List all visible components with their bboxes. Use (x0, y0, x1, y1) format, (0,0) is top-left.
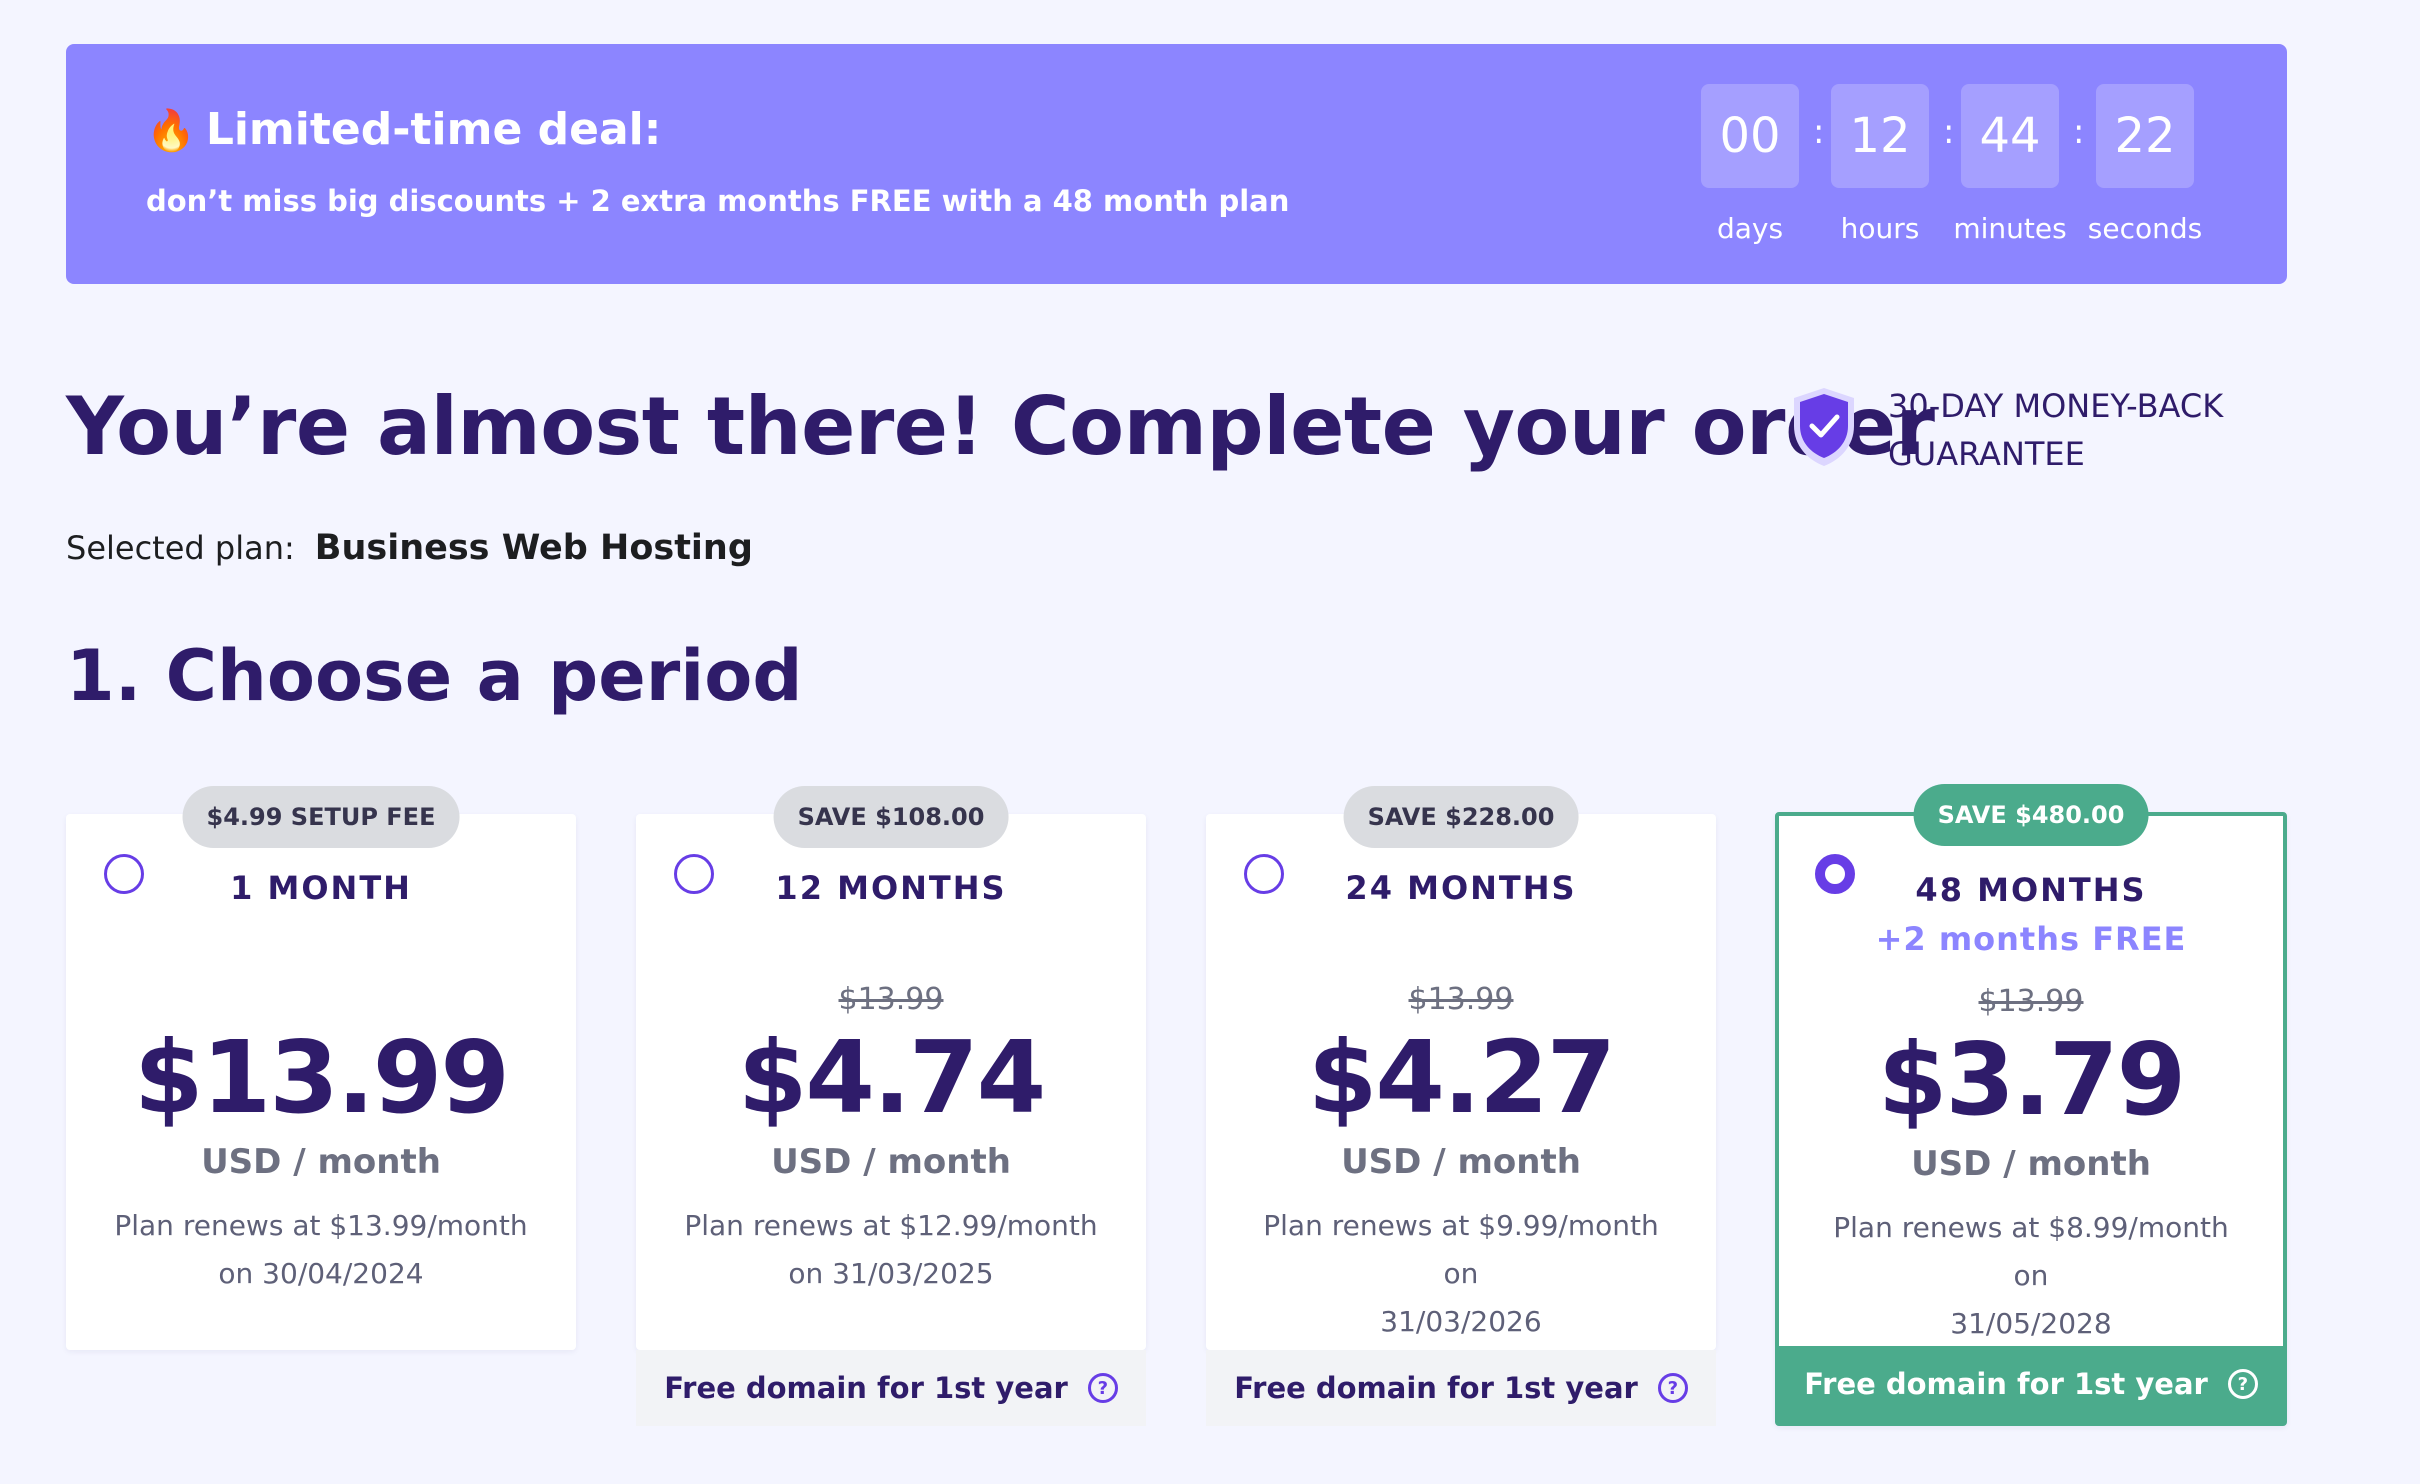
bonus-months: +2 months FREE (1875, 920, 2187, 958)
countdown-days: 00 (1701, 84, 1799, 188)
savings-badge: SAVE $480.00 (1913, 784, 2149, 846)
checkout-page: 🔥 Limited-time deal: don’t miss big disco… (0, 0, 2420, 1484)
free-domain-strip: Free domain for 1st year ? (1206, 1350, 1716, 1426)
money-back-guarantee: 30-DAY MONEY-BACK GUARANTEE (1790, 382, 2270, 492)
countdown-seconds: 22 (2096, 84, 2194, 188)
plan-price-unit: USD / month (771, 1142, 1011, 1182)
guarantee-line-1: 30-DAY MONEY-BACK (1888, 387, 2224, 425)
fire-icon: 🔥 (146, 108, 196, 154)
countdown-minutes-label: minutes (1953, 212, 2067, 245)
plan-period: 12 MONTHS (775, 869, 1007, 907)
countdown-separator: : (1813, 112, 1825, 152)
countdown-separator: : (2073, 112, 2085, 152)
page-title: You’re almost there! Complete your order (66, 380, 1935, 473)
shield-check-icon (1794, 388, 1854, 466)
plan-period: 24 MONTHS (1345, 869, 1577, 907)
plan-renewal-info: Plan renews at $8.99/month on 31/05/2028 (1819, 1204, 2243, 1348)
promo-title-text: Limited-time deal: (205, 104, 662, 155)
plan-renewal-info: Plan renews at $9.99/month on 31/03/2026 (1246, 1202, 1676, 1346)
savings-badge: SAVE $228.00 (1343, 786, 1579, 848)
plan-price-unit: USD / month (1341, 1142, 1581, 1182)
plan-price-unit: USD / month (201, 1142, 441, 1182)
plan-price-unit: USD / month (1911, 1144, 2151, 1184)
renewal-line-1: Plan renews at $12.99/month (684, 1209, 1098, 1242)
plan-card-12-months[interactable]: SAVE $108.00 12 MONTHS $13.99 $4.74 USD … (636, 786, 1146, 1350)
plan-original-price: $13.99 (838, 982, 944, 1017)
free-domain-text: Free domain for 1st year (1804, 1367, 2208, 1401)
renewal-line-2: on 30/04/2024 (218, 1257, 424, 1290)
countdown-separator: : (1943, 112, 1955, 152)
free-domain-strip: Free domain for 1st year ? (636, 1350, 1146, 1426)
renewal-line-1: Plan renews at $13.99/month (114, 1209, 528, 1242)
plan-card-48-months[interactable]: SAVE $480.00 48 MONTHS +2 months FREE $1… (1775, 784, 2287, 1426)
plan-period: 48 MONTHS (1915, 871, 2147, 909)
countdown-hours: 12 (1831, 84, 1929, 188)
selected-plan-name: Business Web Hosting (314, 528, 753, 568)
help-icon[interactable]: ? (1087, 1373, 1118, 1403)
plan-original-price: $13.99 (1408, 982, 1514, 1017)
promo-subtitle: don’t miss big discounts + 2 extra month… (146, 184, 1290, 218)
countdown-seconds-label: seconds (2087, 212, 2203, 245)
plan-renewal-info: Plan renews at $12.99/month on 31/03/202… (676, 1202, 1106, 1298)
renewal-line-2: 31/05/2028 (1950, 1307, 2112, 1340)
renewal-line-1: Plan renews at $8.99/month on (1833, 1211, 2229, 1292)
plan-period: 1 MONTH (230, 869, 412, 907)
free-domain-text: Free domain for 1st year (664, 1371, 1068, 1405)
guarantee-line-2: GUARANTEE (1888, 435, 2085, 473)
renewal-line-2: 31/03/2026 (1380, 1305, 1542, 1338)
plan-renewal-info: Plan renews at $13.99/month on 30/04/202… (106, 1202, 536, 1298)
renewal-line-1: Plan renews at $9.99/month on (1263, 1209, 1659, 1290)
countdown-hours-label: hours (1840, 212, 1920, 245)
plan-price: $3.79 (1877, 1021, 2186, 1138)
free-domain-text: Free domain for 1st year (1234, 1371, 1638, 1405)
plan-price: $13.99 (134, 1019, 510, 1136)
plan-card-1-month[interactable]: $4.99 SETUP FEE 1 MONTH $13.99 USD / mon… (66, 786, 576, 1350)
promo-title: 🔥 Limited-time deal: (146, 104, 661, 155)
plan-original-price: $13.99 (1978, 984, 2084, 1019)
renewal-line-2: on 31/03/2025 (788, 1257, 994, 1290)
countdown-minutes: 44 (1961, 84, 2059, 188)
choose-period-heading: 1. Choose a period (66, 635, 803, 717)
countdown-timer: 00 : 12 : 44 : 22 days hours minutes sec… (1701, 84, 2261, 264)
plan-price: $4.74 (737, 1019, 1046, 1136)
help-icon[interactable]: ? (1657, 1373, 1688, 1403)
promo-banner: 🔥 Limited-time deal: don’t miss big disco… (66, 44, 2287, 284)
plan-price: $4.27 (1307, 1019, 1616, 1136)
selected-plan-label: Selected plan: (66, 529, 295, 567)
countdown-days-label: days (1716, 212, 1784, 245)
selected-plan: Selected plan: Business Web Hosting (66, 528, 753, 568)
guarantee-text: 30-DAY MONEY-BACK GUARANTEE (1888, 382, 2268, 478)
free-domain-strip: Free domain for 1st year ? (1779, 1346, 2283, 1422)
help-icon[interactable]: ? (2227, 1369, 2258, 1399)
plan-card-24-months[interactable]: SAVE $228.00 24 MONTHS $13.99 $4.27 USD … (1206, 786, 1716, 1350)
setup-fee-badge: $4.99 SETUP FEE (182, 786, 460, 848)
savings-badge: SAVE $108.00 (773, 786, 1009, 848)
